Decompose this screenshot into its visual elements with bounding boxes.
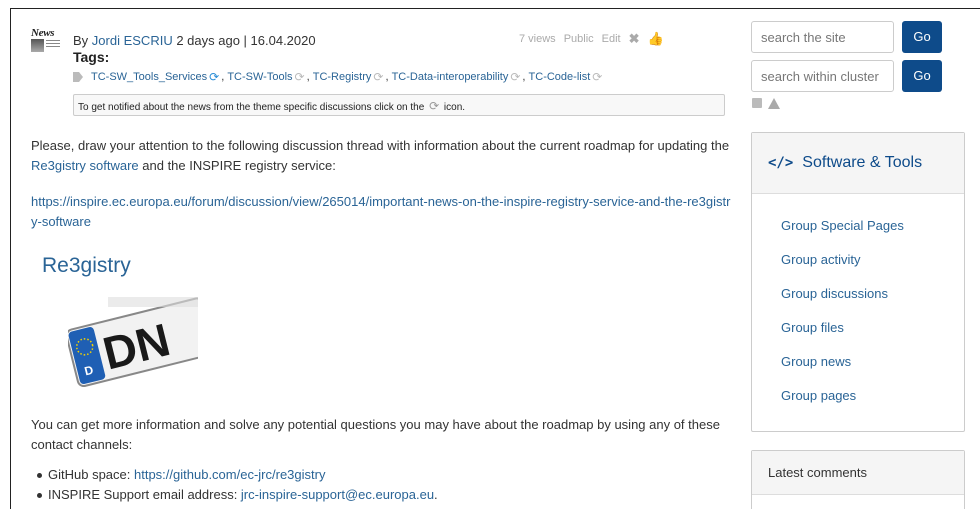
discussion-link-paragraph: https://inspire.ec.europa.eu/forum/discu… (31, 192, 731, 232)
code-icon: </> (768, 155, 794, 171)
software-tools-panel: </> Software & Tools Group Special Pages… (751, 132, 965, 432)
article-heading: Re3gistry (42, 254, 131, 277)
edit-link[interactable]: Edit (602, 33, 621, 45)
sync-icon[interactable]: ⟳ (373, 70, 383, 84)
warning-icon[interactable] (768, 98, 780, 109)
tag-link[interactable]: TC-Code-list (529, 71, 591, 83)
article-meta: 7 views Public Edit ✖ 👍 (519, 31, 664, 47)
news-badge-label: News (31, 27, 55, 39)
author-link[interactable]: Jordi ESCRIU (92, 33, 173, 48)
tags-title: Tags: (73, 49, 110, 65)
notify-text-end: icon. (443, 102, 466, 113)
panel-header: </> Software & Tools (752, 133, 964, 194)
license-plate-image: D DN (68, 297, 198, 387)
sidebar-icons (752, 98, 780, 109)
search-site-button[interactable]: Go (902, 21, 942, 53)
latest-comments-panel: Latest comments (751, 450, 965, 509)
notify-hint: To get notified about the news from the … (73, 94, 725, 116)
tag-link[interactable]: TC-SW_Tools_Services (91, 71, 207, 83)
intro-paragraph: Please, draw your attention to the follo… (31, 138, 730, 173)
list-item: GitHub space: https://github.com/ec-jrc/… (37, 465, 438, 485)
delete-icon[interactable]: ✖ (629, 31, 640, 47)
byline-prefix: By (73, 33, 92, 48)
sync-icon[interactable]: ⟳ (295, 70, 305, 84)
tags-list: TC-SW_Tools_Services ⟳, TC-SW-Tools ⟳, TC-… (73, 70, 604, 84)
visibility-label: Public (563, 33, 594, 45)
contact-list: GitHub space: https://github.com/ec-jrc/… (37, 465, 438, 505)
news-badge-icon: News (31, 28, 65, 58)
like-icon[interactable]: 👍 (648, 31, 664, 47)
byline-date: 2 days ago | 16.04.2020 (172, 33, 316, 48)
contact-paragraph: You can get more information and solve a… (31, 417, 720, 452)
panel-title: Software & Tools (802, 154, 923, 171)
github-link[interactable]: https://github.com/ec-jrc/re3gistry (134, 467, 325, 482)
notify-text: To get notified about the news from the … (78, 102, 425, 113)
search-site-input[interactable]: search the site (751, 21, 894, 53)
list-item: INSPIRE Support email address: jrc-inspi… (37, 485, 438, 505)
panel-header: Latest comments (752, 451, 964, 495)
support-email-link[interactable]: jrc-inspire-support@ec.europa.eu (241, 487, 434, 502)
tag-link[interactable]: TC-SW-Tools (227, 71, 292, 83)
group-news-link[interactable]: Group news (781, 354, 851, 369)
views-count: 7 views (519, 33, 556, 45)
rss-icon[interactable] (752, 98, 762, 108)
sync-icon[interactable]: ⟳ (510, 70, 520, 84)
tag-icon (73, 72, 83, 82)
re3gistry-software-link[interactable]: Re3gistry software (31, 158, 139, 173)
byline: By Jordi ESCRIU 2 days ago | 16.04.2020 (73, 33, 316, 48)
sync-icon[interactable]: ⟳ (592, 70, 602, 84)
group-special-pages-link[interactable]: Group Special Pages (781, 218, 904, 233)
group-discussions-link[interactable]: Group discussions (781, 286, 888, 301)
group-pages-link[interactable]: Group pages (781, 388, 856, 403)
discussion-link[interactable]: https://inspire.ec.europa.eu/forum/discu… (31, 194, 730, 229)
search-cluster-input[interactable]: search within cluster (751, 60, 894, 92)
tag-link[interactable]: TC-Registry (313, 71, 372, 83)
sync-icon[interactable]: ⟳ (209, 70, 219, 84)
group-activity-link[interactable]: Group activity (781, 252, 860, 267)
search-cluster-button[interactable]: Go (902, 60, 942, 92)
group-files-link[interactable]: Group files (781, 320, 844, 335)
sync-icon: ⟳ (429, 99, 440, 113)
group-links: Group Special Pages Group activity Group… (752, 194, 964, 422)
tag-link[interactable]: TC-Data-interoperability (392, 71, 509, 83)
